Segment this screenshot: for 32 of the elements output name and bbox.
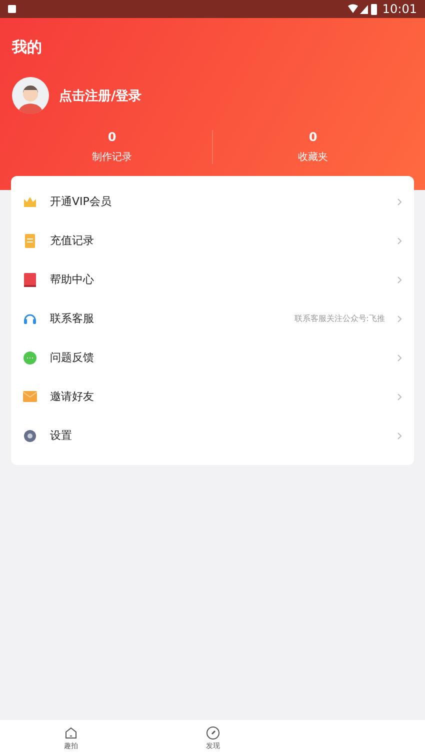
headset-icon <box>22 312 38 326</box>
menu-item[interactable]: 设置 <box>11 416 414 455</box>
status-icons <box>348 4 378 14</box>
menu-item[interactable]: 充值记录 <box>11 221 414 260</box>
status-time: 10:01 <box>382 2 417 16</box>
page-title: 我的 <box>12 38 43 57</box>
compass-icon <box>206 726 220 740</box>
chevron-icon <box>397 354 402 362</box>
chevron-icon <box>397 314 402 322</box>
crown-icon <box>22 196 38 208</box>
chat-bubble-icon <box>22 350 38 364</box>
menu-item[interactable]: 开通VIP会员 <box>11 182 414 221</box>
menu-item[interactable]: 帮助中心 <box>11 260 414 299</box>
menu-hint: 联系客服关注公众号:飞推 <box>294 313 385 324</box>
login-link[interactable]: 点击注册/登录 <box>59 86 142 104</box>
chevron-icon <box>397 432 402 440</box>
menu-item[interactable]: 问题反馈 <box>11 338 414 377</box>
stat-value: 0 <box>108 130 116 144</box>
book-icon <box>22 272 38 286</box>
envelope-icon <box>22 391 38 402</box>
stat-value: 0 <box>308 130 318 144</box>
document-icon <box>22 234 38 248</box>
menu-item[interactable]: 邀请好友 <box>11 377 414 416</box>
home-icon <box>64 726 78 740</box>
chevron-icon <box>397 392 402 400</box>
avatar-icon[interactable] <box>12 77 49 114</box>
chevron-icon <box>397 236 402 244</box>
chevron-icon <box>397 198 402 206</box>
notification-icon <box>8 5 16 13</box>
settings-icon <box>22 428 38 442</box>
chevron-icon <box>397 276 402 284</box>
menu-item[interactable]: 联系客服 联系客服关注公众号:飞推 <box>11 299 414 338</box>
